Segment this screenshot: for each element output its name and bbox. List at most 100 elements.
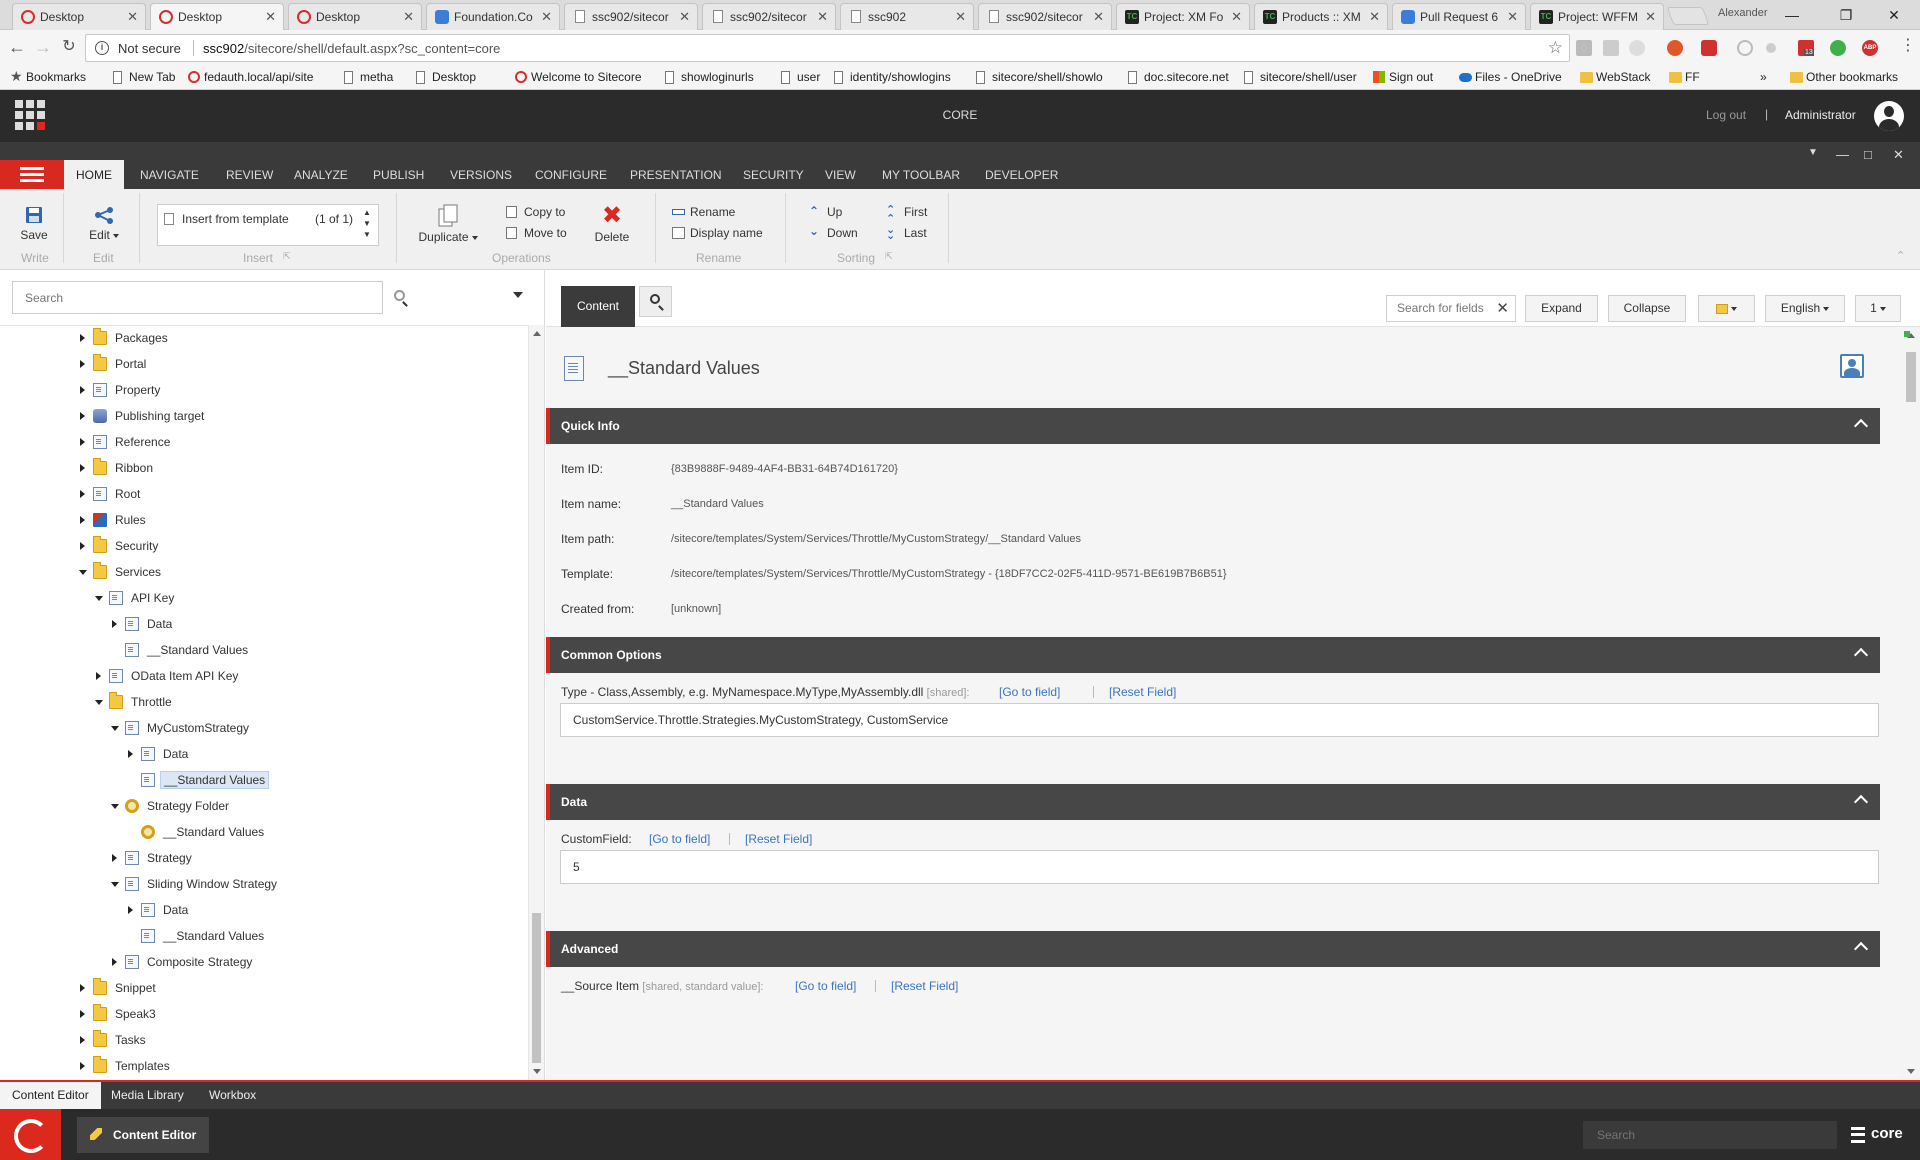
tree-node[interactable]: Security <box>80 536 520 557</box>
window-close-button[interactable]: ✕ <box>1874 4 1914 26</box>
tree-node[interactable]: Sliding Window Strategy <box>111 874 520 895</box>
browser-tab[interactable]: ssc902/sitecor ✕ <box>702 3 836 30</box>
expanded-arrow-icon[interactable] <box>111 882 119 887</box>
section-data[interactable]: Data <box>546 784 1880 820</box>
url-omnibox[interactable]: i Not secure ssc902/sitecore/shell/defau… <box>85 34 1570 62</box>
expand-button[interactable]: Expand <box>1525 295 1598 322</box>
collapsed-arrow-icon[interactable] <box>80 412 85 420</box>
collapsed-arrow-icon[interactable] <box>128 750 133 758</box>
scroll-down-icon[interactable] <box>1907 1069 1915 1074</box>
sort-first-button[interactable]: ⌃ ⌃ First <box>886 205 927 225</box>
go-to-field-link[interactable]: [Go to field] <box>999 685 1060 699</box>
bookmark-item[interactable]: user <box>781 70 820 84</box>
close-icon[interactable]: ✕ <box>403 9 414 25</box>
bookmark-item[interactable]: identity/showlogins <box>834 70 951 84</box>
collapsed-arrow-icon[interactable] <box>128 906 133 914</box>
close-icon[interactable]: ✕ <box>541 9 552 25</box>
close-icon[interactable]: ✕ <box>1093 9 1104 25</box>
reload-icon[interactable]: ↻ <box>58 36 80 58</box>
ribbon-tab-home[interactable]: HOME <box>64 160 124 189</box>
browser-tab[interactable]: ssc902/sitecor ✕ <box>978 3 1112 30</box>
scroll-up-icon[interactable] <box>533 331 541 336</box>
close-icon[interactable]: ✕ <box>1231 9 1242 25</box>
custom-field-input[interactable] <box>560 850 1879 884</box>
tab-search[interactable] <box>639 286 672 317</box>
grammarly-icon[interactable] <box>1830 40 1846 56</box>
tree-node[interactable]: __Standard Values <box>112 640 520 661</box>
bookmark-item[interactable]: Desktop <box>416 70 476 84</box>
collapsed-arrow-icon[interactable] <box>80 464 85 472</box>
tab-content[interactable]: Content <box>561 286 635 327</box>
sort-up-button[interactable]: ⌃ Up <box>809 205 842 219</box>
more-bookmarks-chevron[interactable]: » <box>1760 70 1767 84</box>
move-to-button[interactable]: Move to <box>506 226 567 240</box>
tree-node[interactable]: Rules <box>80 510 520 531</box>
expanded-arrow-icon[interactable] <box>79 570 87 575</box>
tree-node[interactable]: OData Item API Key <box>96 666 520 687</box>
window-minimize-button[interactable]: — <box>1772 4 1812 26</box>
expanded-arrow-icon[interactable] <box>111 804 119 809</box>
bookmark-item[interactable]: sitecore/shell/showlo <box>976 70 1103 84</box>
new-tab-button[interactable] <box>1666 7 1710 25</box>
tree-node[interactable]: __Standard Values <box>128 770 520 791</box>
display-name-button[interactable]: Display name <box>672 226 763 240</box>
close-icon[interactable]: ✕ <box>1645 9 1656 25</box>
browser-tab[interactable]: Foundation.Co ✕ <box>426 3 560 30</box>
collapsed-arrow-icon[interactable] <box>80 542 85 550</box>
tree-search-dropdown-icon[interactable] <box>513 292 523 298</box>
extension-icon[interactable] <box>1603 40 1619 56</box>
expanded-arrow-icon[interactable] <box>95 596 103 601</box>
close-icon[interactable]: ✕ <box>679 9 690 25</box>
version-select[interactable]: 1 <box>1855 295 1901 322</box>
tree-node[interactable]: Throttle <box>95 692 520 713</box>
clear-icon[interactable]: ✕ <box>1496 296 1509 321</box>
collapsed-arrow-icon[interactable] <box>112 958 117 966</box>
browser-tab[interactable]: ssc902 ✕ <box>840 3 974 30</box>
ribbon-tab-analyze[interactable]: ANALYZE <box>294 168 348 182</box>
ribbon-tab-security[interactable]: SECURITY <box>743 168 804 182</box>
bookmark-item[interactable]: Other bookmarks <box>1790 70 1898 84</box>
edit-button[interactable]: Edit <box>84 206 124 242</box>
duplicate-button[interactable]: Duplicate <box>415 204 481 244</box>
tree-scrollbar[interactable] <box>528 325 544 1080</box>
bookmark-item[interactable]: Sign out <box>1373 70 1433 84</box>
scroll-thumb[interactable] <box>532 913 541 1063</box>
tree-node[interactable]: Portal <box>80 354 520 375</box>
insert-gallery[interactable]: Insert from template (1 of 1) ▲ ▼ ▼ <box>157 204 379 246</box>
ribbon-tab-review[interactable]: REVIEW <box>226 168 273 182</box>
tree-node[interactable]: Data <box>128 900 520 921</box>
reset-field-link[interactable]: [Reset Field] <box>891 979 958 993</box>
tree-node[interactable]: Data <box>112 614 520 635</box>
bookmark-item[interactable]: FF <box>1669 70 1700 84</box>
chevron-up-icon[interactable] <box>1853 418 1869 434</box>
tree-node[interactable]: Publishing target <box>80 406 520 427</box>
sitecore-start-button[interactable] <box>0 1109 61 1160</box>
taskbar-content-editor[interactable]: Content Editor <box>77 1117 209 1153</box>
browser-tab[interactable]: Desktop ✕ <box>150 3 284 31</box>
collapse-button[interactable]: Collapse <box>1608 295 1686 322</box>
ribbon-collapse-icon[interactable]: ⌃ <box>1896 249 1905 262</box>
collapsed-arrow-icon[interactable] <box>80 360 85 368</box>
tree-node[interactable]: Strategy Folder <box>111 796 520 817</box>
browser-tab[interactable]: TC Project: XM Fo ✕ <box>1116 3 1250 30</box>
reset-field-link[interactable]: [Reset Field] <box>1109 685 1176 699</box>
close-icon[interactable]: ✕ <box>955 9 966 25</box>
extension-icon[interactable] <box>1576 40 1592 56</box>
browser-tab[interactable]: Desktop ✕ <box>288 3 422 30</box>
collapsed-arrow-icon[interactable] <box>80 386 85 394</box>
tree-node[interactable]: __Standard Values <box>128 822 520 843</box>
bookmark-item[interactable]: fedauth.local/api/site <box>188 70 313 84</box>
tree-node[interactable]: Speak3 <box>80 1004 520 1025</box>
info-icon[interactable]: i <box>95 41 109 55</box>
extension-icon[interactable] <box>1667 40 1683 56</box>
bottom-tab-content-editor[interactable]: Content Editor <box>0 1082 101 1109</box>
tree-node[interactable]: Snippet <box>80 978 520 999</box>
tree-node[interactable]: Templates <box>80 1056 520 1077</box>
browser-menu-icon[interactable]: ⋮ <box>1900 38 1916 54</box>
collapsed-arrow-icon[interactable] <box>80 490 85 498</box>
reset-field-link[interactable]: [Reset Field] <box>745 832 812 846</box>
collapsed-arrow-icon[interactable] <box>112 854 117 862</box>
browser-tab[interactable]: TC Products :: XM ✕ <box>1254 3 1388 30</box>
tree-node[interactable]: __Standard Values <box>128 926 520 947</box>
bookmark-star-icon[interactable]: ☆ <box>1548 38 1563 58</box>
